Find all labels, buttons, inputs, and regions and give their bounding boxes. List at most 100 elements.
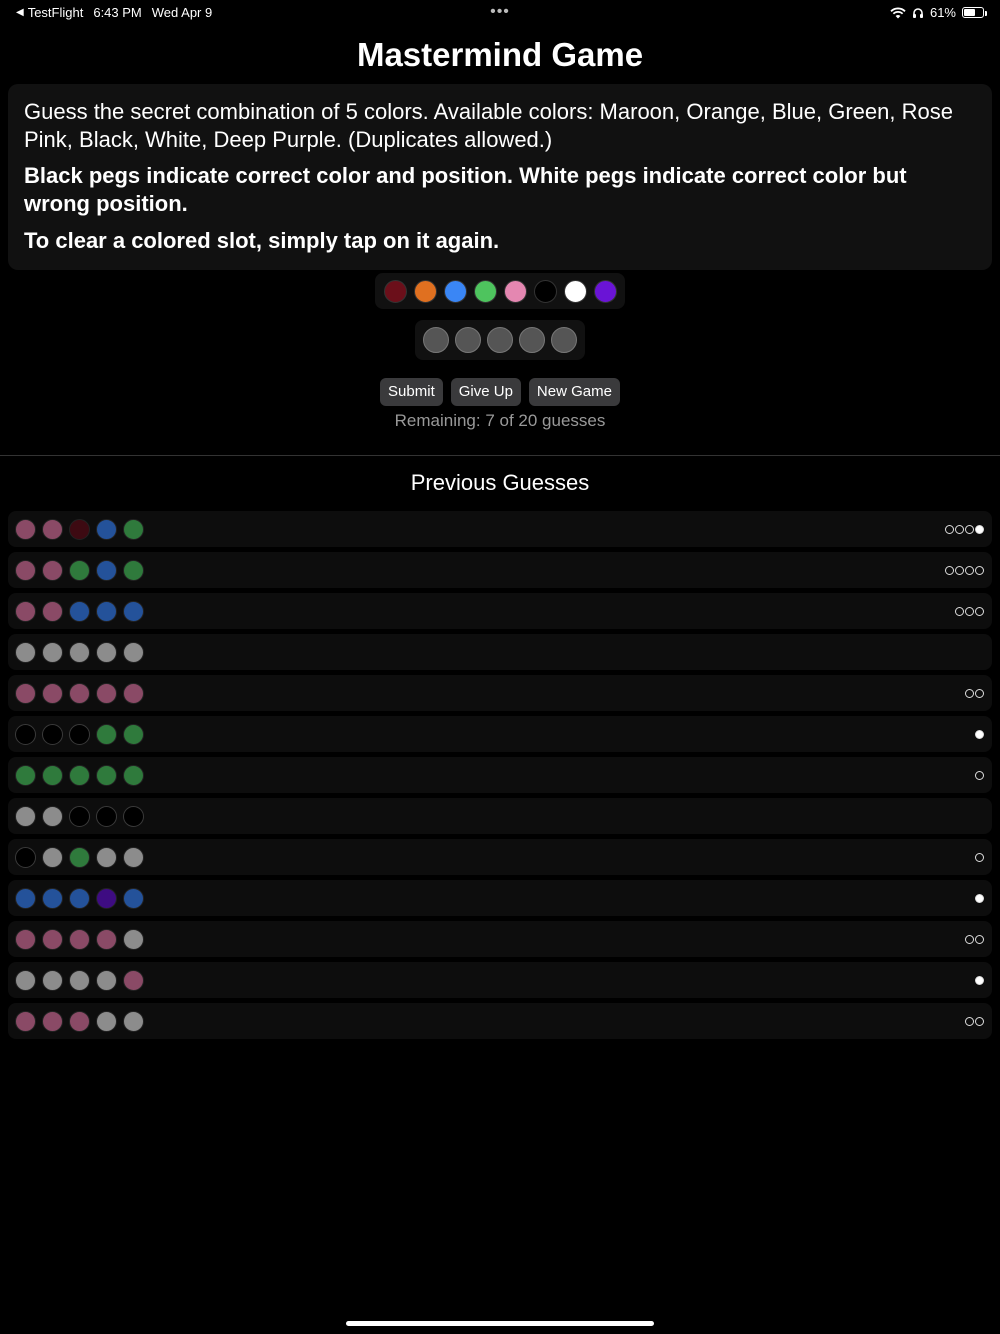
peg-green [42,764,63,786]
peg-blue [123,600,144,622]
peg-white [96,846,117,868]
peg-rose [15,1010,36,1032]
guess-pegs [15,887,144,909]
feedback-peg-outline [975,852,984,862]
peg-green [123,518,144,540]
feedback-peg-outline [975,688,984,698]
peg-white [123,1010,144,1032]
peg-green [123,764,144,786]
submit-button[interactable]: Submit [380,378,443,406]
status-right: 61% [890,5,987,20]
feedback-peg-outline [945,565,954,575]
peg-rose [69,1010,90,1032]
peg-blue [69,887,90,909]
peg-black [15,846,36,868]
home-indicator[interactable] [346,1321,654,1326]
peg-white [96,969,117,991]
peg-black [96,805,117,827]
feedback-peg-filled [975,893,984,903]
peg-rose [42,600,63,622]
feedback-peg-outline [965,524,974,534]
feedback-pegs [965,1003,984,1039]
feedback-peg-outline [975,606,984,616]
peg-rose [15,559,36,581]
peg-blue [96,559,117,581]
guess-slot-4[interactable] [519,327,545,353]
feedback-pegs [975,757,984,793]
peg-white [96,1010,117,1032]
guess-row [8,757,992,793]
guess-slot-3[interactable] [487,327,513,353]
feedback-peg-filled [975,729,984,739]
color-swatch-orange[interactable] [413,279,437,303]
peg-rose [96,682,117,704]
peg-black [69,723,90,745]
peg-black [42,723,63,745]
guess-slot-5[interactable] [551,327,577,353]
feedback-peg-outline [965,688,974,698]
peg-rose [123,682,144,704]
feedback-peg-outline [975,565,984,575]
feedback-peg-outline [965,565,974,575]
color-swatch-blue[interactable] [443,279,467,303]
feedback-peg-outline [955,524,964,534]
peg-blue [123,887,144,909]
peg-white [123,641,144,663]
peg-blue [69,600,90,622]
feedback-peg-outline [955,565,964,575]
color-swatch-maroon[interactable] [383,279,407,303]
guess-pegs [15,928,144,950]
feedback-peg-outline [975,1016,984,1026]
action-buttons: Submit Give Up New Game [0,378,1000,406]
guess-row [8,552,992,588]
peg-green [15,764,36,786]
color-swatch-rose-pink[interactable] [503,279,527,303]
feedback-peg-outline [975,934,984,944]
page-title: Mastermind Game [356,36,644,73]
divider [0,455,1000,456]
new-game-button[interactable]: New Game [528,378,620,406]
feedback-peg-outline [965,1016,974,1026]
color-swatch-green[interactable] [473,279,497,303]
feedback-pegs [945,552,984,588]
peg-green [69,764,90,786]
peg-blue [96,518,117,540]
feedback-pegs [975,716,984,752]
peg-black [123,805,144,827]
feedback-pegs [955,593,984,629]
instructions-pegs: Black pegs indicate correct color and po… [24,163,907,216]
previous-guesses-list [8,511,992,1044]
feedback-peg-outline [975,770,984,780]
give-up-button[interactable]: Give Up [450,378,521,406]
peg-rose [123,969,144,991]
peg-blue [15,887,36,909]
peg-white [42,846,63,868]
feedback-peg-outline [965,606,974,616]
peg-rose [42,518,63,540]
peg-rose [69,682,90,704]
color-swatch-white[interactable] [563,279,587,303]
guess-pegs [15,641,144,663]
current-guess-slots [415,320,585,360]
feedback-peg-filled [975,524,984,534]
guess-pegs [15,559,144,581]
status-bar: ◀ TestFlight 6:43 PM Wed Apr 9 ••• 61% [0,0,1000,24]
color-swatch-black[interactable] [533,279,557,303]
peg-green [96,723,117,745]
multitasking-dots-icon[interactable]: ••• [0,3,1000,21]
guess-row [8,839,992,875]
peg-rose [15,928,36,950]
peg-white [69,969,90,991]
feedback-pegs [975,839,984,875]
instructions-colors: Guess the secret combination of 5 colors… [24,99,953,152]
instructions-box: Guess the secret combination of 5 colors… [8,84,992,270]
peg-green [69,559,90,581]
color-swatch-deep-purple[interactable] [593,279,617,303]
peg-white [42,641,63,663]
feedback-peg-outline [945,524,954,534]
peg-white [15,641,36,663]
guess-slot-1[interactable] [423,327,449,353]
guess-pegs [15,1010,144,1032]
guess-slot-2[interactable] [455,327,481,353]
peg-green [96,764,117,786]
